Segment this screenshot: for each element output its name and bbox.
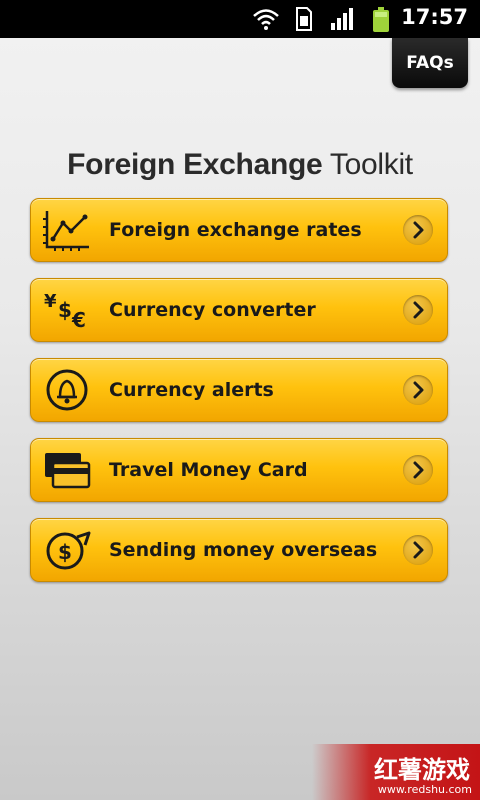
svg-text:€: € <box>71 308 86 331</box>
menu-item-currency-converter[interactable]: ¥ $ € Currency converter <box>30 278 448 342</box>
menu-item-label: Sending money overseas <box>109 539 378 561</box>
title-bold: Foreign Exchange <box>67 148 323 181</box>
menu-list: Foreign exchange rates ¥ $ € Currency co… <box>30 198 448 598</box>
card-icon <box>45 453 91 489</box>
currency-symbols-icon: ¥ $ € <box>44 291 86 331</box>
chevron-right-icon <box>403 375 433 405</box>
watermark-url: www.redshu.com <box>377 783 472 796</box>
clock-time: 17:57 <box>401 5 468 29</box>
svg-text:$: $ <box>58 540 72 564</box>
status-bar: 17:57 <box>0 0 480 38</box>
chart-icon <box>43 211 89 251</box>
chevron-right-icon <box>403 215 433 245</box>
page-title: Foreign Exchange Toolkit <box>0 148 480 182</box>
sim-card-icon <box>296 7 312 31</box>
menu-item-label: Currency alerts <box>109 379 274 401</box>
signal-icon <box>331 8 353 30</box>
chevron-right-icon <box>403 535 433 565</box>
menu-item-label: Currency converter <box>109 299 316 321</box>
menu-item-currency-alerts[interactable]: Currency alerts <box>30 358 448 422</box>
menu-item-travel-money-card[interactable]: Travel Money Card <box>30 438 448 502</box>
dollar-send-icon: $ <box>46 531 91 570</box>
chevron-right-icon <box>403 455 433 485</box>
menu-item-foreign-exchange-rates[interactable]: Foreign exchange rates <box>30 198 448 262</box>
svg-text:¥: ¥ <box>44 291 57 312</box>
svg-text:$: $ <box>58 298 72 322</box>
bell-icon <box>46 369 88 411</box>
wifi-icon <box>253 9 279 30</box>
menu-item-label: Foreign exchange rates <box>109 219 362 241</box>
battery-icon <box>373 7 389 32</box>
watermark-text: 红薯游戏 <box>374 756 470 784</box>
title-light: Toolkit <box>329 148 413 181</box>
menu-item-sending-money-overseas[interactable]: $ Sending money overseas <box>30 518 448 582</box>
chevron-right-icon <box>403 295 433 325</box>
menu-item-label: Travel Money Card <box>109 459 308 481</box>
faqs-button[interactable]: FAQs <box>392 38 468 88</box>
watermark: 红薯游戏 www.redshu.com <box>312 744 480 800</box>
